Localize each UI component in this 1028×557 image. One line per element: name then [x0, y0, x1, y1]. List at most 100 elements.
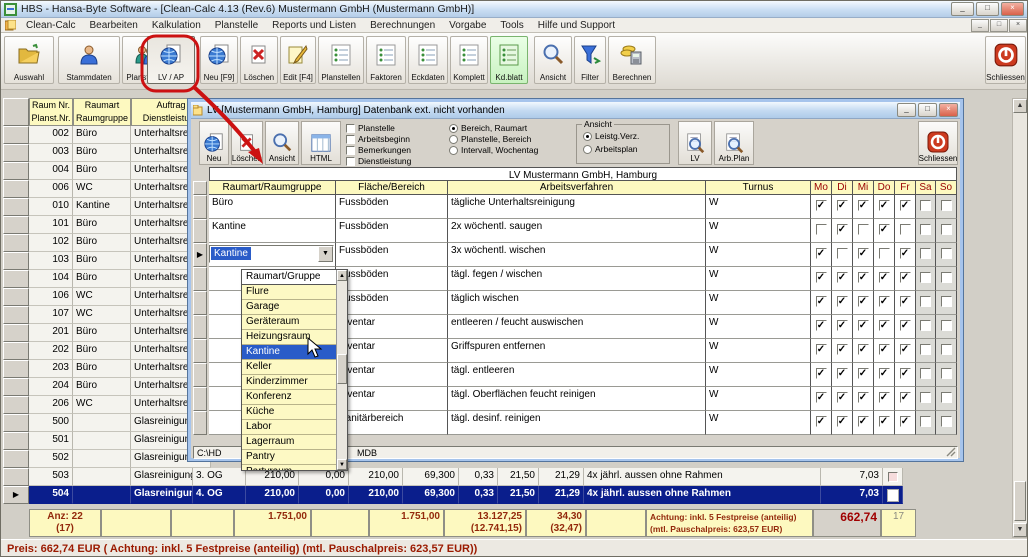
menu-clean-calc[interactable]: Clean-Calc — [19, 19, 82, 32]
row-selector[interactable] — [3, 252, 29, 270]
dialog-row-selector[interactable] — [193, 267, 207, 291]
row-selector[interactable] — [3, 288, 29, 306]
dropdown-scroll-up-icon[interactable]: ▲ — [337, 270, 347, 281]
day-checkbox[interactable] — [920, 320, 931, 331]
dropdown-scroll-thumb[interactable] — [337, 354, 347, 384]
dialog-row-selector[interactable] — [193, 387, 207, 411]
day-checkbox[interactable] — [941, 344, 952, 355]
dropdown-scroll-down-icon[interactable]: ▼ — [337, 459, 347, 470]
day-checkbox[interactable]: ✓ — [837, 200, 848, 211]
day-checkbox[interactable] — [920, 296, 931, 307]
checkbox-icon[interactable] — [346, 135, 355, 144]
checkbox-icon[interactable] — [346, 124, 355, 133]
day-checkbox[interactable]: ✓ — [879, 200, 890, 211]
raumart-combobox[interactable]: Kantine▼ — [209, 245, 334, 263]
toolbar-button-planstellen[interactable]: Planstellen — [318, 36, 364, 84]
toolbar-button-filter[interactable]: Filter — [574, 36, 606, 84]
scroll-thumb[interactable] — [1014, 481, 1026, 521]
day-checkbox[interactable] — [858, 224, 869, 235]
day-checkbox[interactable] — [900, 224, 911, 235]
checkbox-icon[interactable] — [346, 157, 355, 166]
toolbar-button-berechnen[interactable]: Berechnen — [608, 36, 656, 84]
toolbar-button-l-schen[interactable]: Löschen — [240, 36, 278, 84]
day-checkbox[interactable]: ✓ — [837, 272, 848, 283]
day-checkbox[interactable]: ✓ — [900, 296, 911, 307]
row-selector[interactable] — [3, 144, 29, 162]
day-checkbox[interactable]: ✓ — [900, 272, 911, 283]
toolbar-button-edit-f4-[interactable]: Edit [F4] — [280, 36, 316, 84]
day-checkbox[interactable]: ✓ — [837, 392, 848, 403]
day-checkbox[interactable]: ✓ — [858, 392, 869, 403]
dialog-checkbox-dienstleistung[interactable]: Dienstleistung — [346, 156, 411, 166]
radio-icon[interactable] — [449, 124, 458, 133]
day-checkbox[interactable]: ✓ — [858, 416, 869, 427]
resize-grip-icon[interactable] — [946, 447, 956, 457]
day-checkbox[interactable]: ✓ — [837, 296, 848, 307]
day-checkbox[interactable]: ✓ — [816, 296, 827, 307]
day-checkbox[interactable] — [941, 272, 952, 283]
dialog-checkbox-arbeitsbeginn[interactable]: Arbeitsbeginn — [346, 134, 410, 144]
dropdown-item-labor[interactable]: Labor — [242, 420, 337, 435]
menu-hilfe-und-support[interactable]: Hilfe und Support — [531, 19, 622, 32]
row-selector[interactable] — [3, 234, 29, 252]
dropdown-item-ger-teraum[interactable]: Geräteraum — [242, 315, 337, 330]
day-checkbox[interactable]: ✓ — [858, 200, 869, 211]
restore-button[interactable]: □ — [976, 2, 999, 16]
day-checkbox[interactable] — [941, 224, 952, 235]
mdi-minimize-button[interactable]: _ — [971, 19, 989, 32]
toolbar-button-ansicht[interactable]: Ansicht — [534, 36, 572, 84]
row-selector[interactable] — [3, 432, 29, 450]
menu-planstelle[interactable]: Planstelle — [208, 19, 265, 32]
row-selector[interactable] — [3, 216, 29, 234]
vertical-scrollbar[interactable]: ▲ ▼ — [1012, 98, 1028, 538]
radio-icon[interactable] — [583, 145, 592, 154]
dialog-close-button[interactable]: × — [939, 103, 958, 117]
row-selector[interactable] — [3, 198, 29, 216]
mdi-close-button[interactable]: × — [1009, 19, 1027, 32]
day-checkbox[interactable] — [920, 416, 931, 427]
day-checkbox[interactable] — [920, 344, 931, 355]
day-checkbox[interactable]: ✓ — [879, 320, 890, 331]
row-selector[interactable] — [3, 360, 29, 378]
row-selector[interactable] — [3, 396, 29, 414]
dialog-button-neu[interactable]: Neu — [199, 121, 229, 165]
dropdown-item-k-che[interactable]: Küche — [242, 405, 337, 420]
scroll-down-icon[interactable]: ▼ — [1013, 523, 1027, 537]
dialog-row-selector[interactable] — [193, 315, 207, 339]
toolbar-button-schliessen[interactable]: Schliessen — [985, 36, 1026, 84]
day-checkbox[interactable] — [920, 368, 931, 379]
day-checkbox[interactable]: ✓ — [900, 392, 911, 403]
dialog-row-selector[interactable] — [193, 363, 207, 387]
toolbar-button-kd-blatt[interactable]: Kd.blatt — [490, 36, 528, 84]
radio-icon[interactable] — [583, 132, 592, 141]
minimize-button[interactable]: _ — [951, 2, 974, 16]
dropdown-item-heizungsraum[interactable]: Heizungsraum — [242, 330, 337, 345]
menu-bearbeiten[interactable]: Bearbeiten — [82, 19, 144, 32]
dialog-row-selector[interactable]: ▶ — [193, 243, 207, 267]
day-checkbox[interactable] — [941, 416, 952, 427]
dropdown-item-garage[interactable]: Garage — [242, 300, 337, 315]
row-selector[interactable] — [3, 162, 29, 180]
dialog-radio-arbeitsplan[interactable]: Arbeitsplan — [583, 144, 638, 154]
day-checkbox[interactable]: ✓ — [900, 320, 911, 331]
dialog-row-selector[interactable] — [193, 195, 207, 219]
row-selector[interactable] — [3, 126, 29, 144]
day-checkbox[interactable]: ✓ — [816, 320, 827, 331]
day-checkbox[interactable] — [920, 200, 931, 211]
row-selector[interactable] — [3, 414, 29, 432]
row-selector[interactable] — [3, 180, 29, 198]
day-checkbox[interactable]: ✓ — [879, 416, 890, 427]
day-checkbox[interactable]: ✓ — [858, 320, 869, 331]
dialog-checkbox-planstelle[interactable]: Planstelle — [346, 123, 395, 133]
row-selector[interactable] — [3, 342, 29, 360]
close-button[interactable]: × — [1001, 2, 1024, 16]
dialog-button-lv[interactable]: LV — [678, 121, 712, 165]
dialog-button-schliessen[interactable]: Schliessen — [918, 121, 958, 165]
checkbox-icon[interactable] — [346, 146, 355, 155]
dialog-button-ansicht[interactable]: Ansicht — [265, 121, 299, 165]
day-checkbox[interactable]: ✓ — [816, 368, 827, 379]
row-selector[interactable]: ▶ — [3, 486, 29, 504]
day-checkbox[interactable]: ✓ — [837, 368, 848, 379]
day-checkbox[interactable]: ✓ — [816, 200, 827, 211]
dialog-radio-leistg-verz-[interactable]: Leistg.Verz. — [583, 131, 639, 141]
